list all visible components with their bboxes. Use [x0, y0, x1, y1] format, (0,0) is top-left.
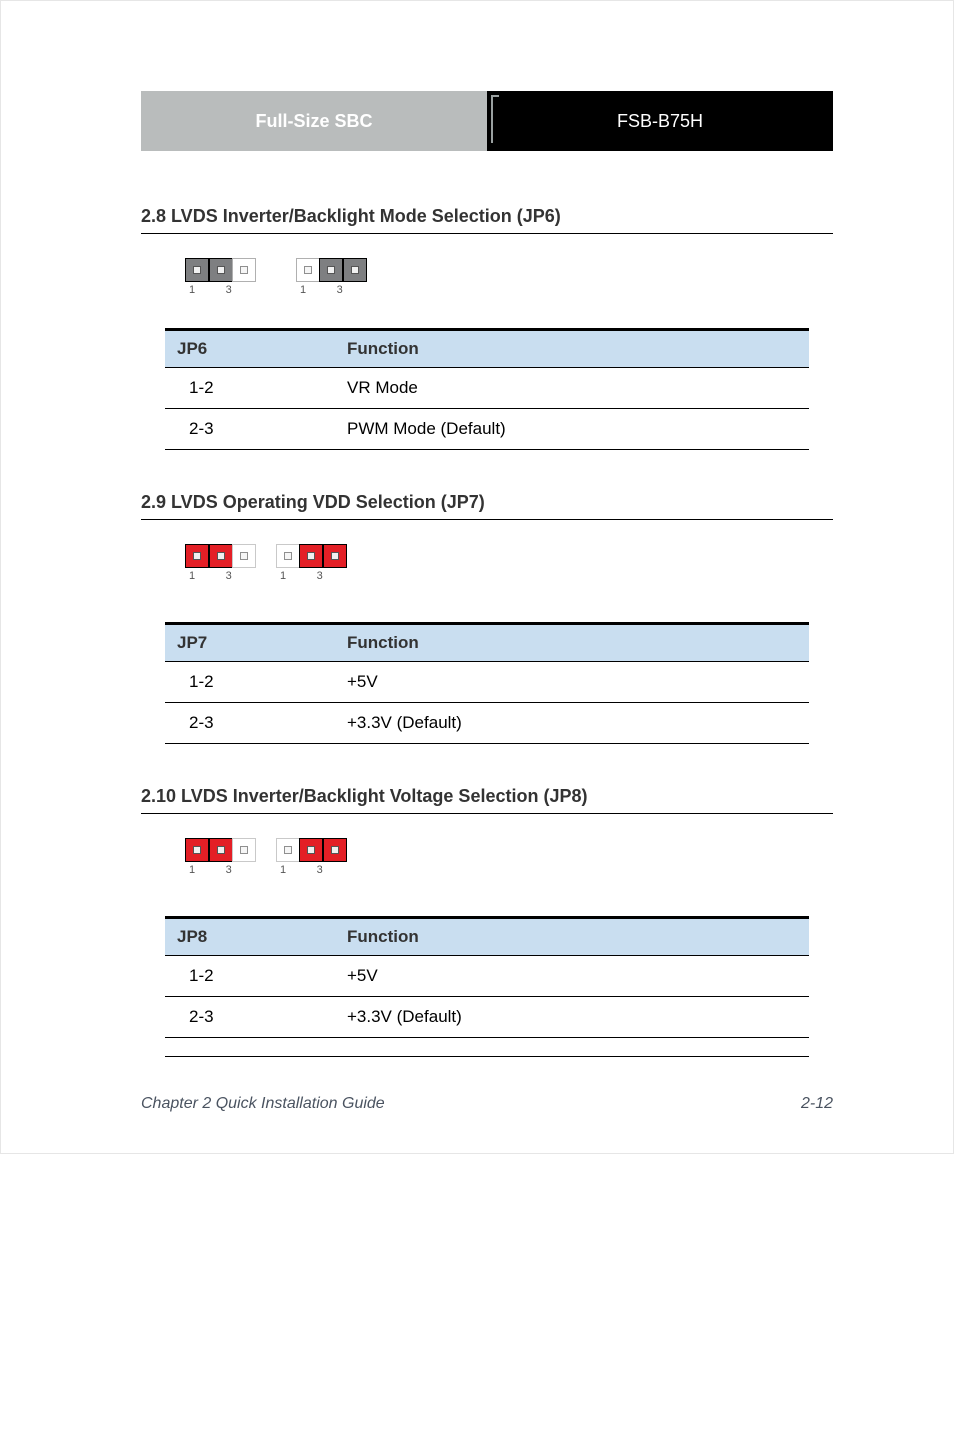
divider [141, 519, 833, 520]
pin-3-open-icon [232, 258, 256, 282]
jumper-right-jp7: 1 3 [276, 544, 347, 582]
pin-1-open-icon [276, 838, 300, 862]
cell-func: VR Mode [335, 368, 809, 409]
header-banner: Full-Size SBC FSB-B75H [141, 91, 833, 151]
pin-numbers: 1 3 [296, 284, 367, 296]
pin-numbers: 1 3 [185, 570, 256, 582]
pin-numbers: 1 3 [185, 864, 256, 876]
section-jp6: 2.8 LVDS Inverter/Backlight Mode Selecti… [141, 206, 833, 450]
header-right: FSB-B75H [487, 91, 833, 151]
cell-func: +3.3V (Default) [335, 997, 809, 1038]
section-title-jp6: 2.8 LVDS Inverter/Backlight Mode Selecti… [141, 206, 833, 227]
table-row: 2-3 +3.3V (Default) [165, 703, 809, 744]
pin-2-selected-icon [299, 838, 323, 862]
jumper-diagram-jp7: 1 3 1 3 [185, 544, 833, 582]
table-jp7: JP7 Function 1-2 +5V 2-3 +3.3V (Default) [165, 622, 809, 744]
table-jp8: JP8 Function 1-2 +5V 2-3 +3.3V (Default) [165, 916, 809, 1057]
th-jp7: JP7 [165, 624, 335, 662]
th-function: Function [335, 624, 809, 662]
cell-pin: 1-2 [165, 662, 335, 703]
cell-func: +5V [335, 956, 809, 997]
cell-func: +5V [335, 662, 809, 703]
th-function: Function [335, 330, 809, 368]
pin-2-selected-icon [319, 258, 343, 282]
pin-1-selected-icon [185, 838, 209, 862]
section-jp8: 2.10 LVDS Inverter/Backlight Voltage Sel… [141, 786, 833, 1057]
section-title-jp8: 2.10 LVDS Inverter/Backlight Voltage Sel… [141, 786, 833, 807]
pin-2-selected-icon [299, 544, 323, 568]
jumper-right-jp6: 1 3 [296, 258, 367, 296]
pin-numbers: 1 3 [276, 570, 347, 582]
cell-pin: 2-3 [165, 703, 335, 744]
table-row: 1-2 +5V [165, 662, 809, 703]
pin-1-selected-icon [185, 544, 209, 568]
th-jp6: JP6 [165, 330, 335, 368]
cell-pin: 1-2 [165, 368, 335, 409]
pin-3-open-icon [232, 544, 256, 568]
jumper-right-jp8: 1 3 [276, 838, 347, 876]
divider [165, 1056, 809, 1057]
cell-func: +3.3V (Default) [335, 703, 809, 744]
table-jp6: JP6 Function 1-2 VR Mode 2-3 PWM Mode (D… [165, 328, 809, 450]
cell-func: PWM Mode (Default) [335, 409, 809, 450]
footer-chapter: Chapter 2 Quick Installation Guide [141, 1095, 385, 1113]
header-left: Full-Size SBC [141, 91, 487, 151]
divider [141, 233, 833, 234]
pin-2-selected-icon [209, 544, 233, 568]
cell-pin: 2-3 [165, 997, 335, 1038]
cell-pin: 2-3 [165, 409, 335, 450]
pin-3-selected-icon [323, 544, 347, 568]
jumper-left-jp6: 1 3 [185, 258, 256, 296]
cell-pin: 1-2 [165, 956, 335, 997]
divider [141, 813, 833, 814]
pin-2-selected-icon [209, 838, 233, 862]
table-row: 1-2 VR Mode [165, 368, 809, 409]
footer-page: 2-12 [801, 1095, 833, 1113]
table-row: 2-3 PWM Mode (Default) [165, 409, 809, 450]
table-row: 2-3 +3.3V (Default) [165, 997, 809, 1038]
table-row: 1-2 +5V [165, 956, 809, 997]
pin-1-open-icon [276, 544, 300, 568]
jumper-left-jp7: 1 3 [185, 544, 256, 582]
pin-3-open-icon [232, 838, 256, 862]
pin-1-selected-icon [185, 258, 209, 282]
pin-3-selected-icon [323, 838, 347, 862]
jumper-diagram-jp6: 1 3 1 3 [185, 258, 833, 296]
pin-numbers: 1 3 [185, 284, 256, 296]
pin-2-selected-icon [209, 258, 233, 282]
pin-numbers: 1 3 [276, 864, 347, 876]
th-jp8: JP8 [165, 918, 335, 956]
jumper-left-jp8: 1 3 [185, 838, 256, 876]
footer: Chapter 2 Quick Installation Guide 2-12 [141, 1095, 833, 1113]
jumper-diagram-jp8: 1 3 1 3 [185, 838, 833, 876]
pin-1-open-icon [296, 258, 320, 282]
section-jp7: 2.9 LVDS Operating VDD Selection (JP7) 1… [141, 492, 833, 744]
pin-3-selected-icon [343, 258, 367, 282]
section-title-jp7: 2.9 LVDS Operating VDD Selection (JP7) [141, 492, 833, 513]
th-function: Function [335, 918, 809, 956]
